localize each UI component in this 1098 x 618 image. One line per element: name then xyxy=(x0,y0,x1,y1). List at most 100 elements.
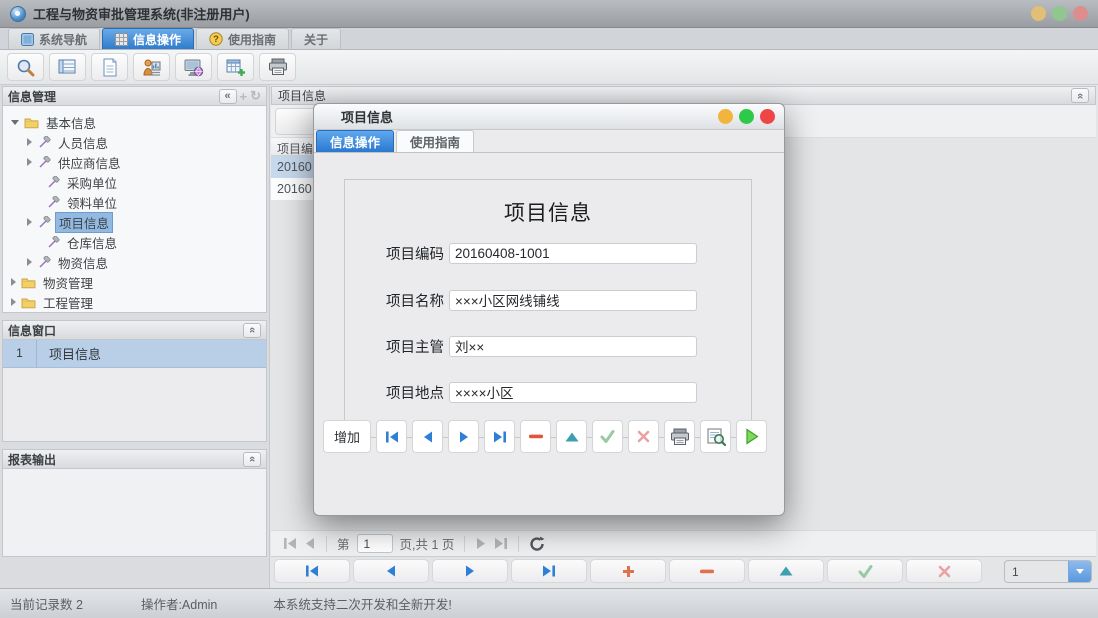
post-record-button[interactable] xyxy=(592,420,623,453)
plus-icon xyxy=(622,565,635,578)
edit-record-button[interactable] xyxy=(556,420,587,453)
nav-post-button[interactable] xyxy=(827,559,903,583)
dialog-minimize-button[interactable] xyxy=(718,109,733,124)
refresh-icon[interactable] xyxy=(250,88,261,104)
tree-item-supplier-info[interactable]: 供应商信息 xyxy=(3,152,266,172)
tree-item-materials-info[interactable]: 物资信息 xyxy=(3,252,266,272)
execute-button[interactable] xyxy=(736,420,767,453)
caret-right-icon[interactable] xyxy=(27,138,32,146)
prev-page-icon[interactable] xyxy=(304,537,316,550)
table-view-button[interactable] xyxy=(49,53,86,81)
caret-right-icon[interactable] xyxy=(27,218,32,226)
document-button[interactable] xyxy=(91,53,128,81)
tab-about[interactable]: 关于 xyxy=(291,28,341,49)
print-button[interactable] xyxy=(664,420,695,453)
next-page-icon[interactable] xyxy=(475,537,487,550)
caret-down-icon[interactable] xyxy=(11,120,19,125)
cancel-record-button[interactable] xyxy=(628,420,659,453)
search-icon xyxy=(16,58,35,77)
play-icon xyxy=(744,428,760,445)
dialog-tab-user-guide[interactable]: 使用指南 xyxy=(396,130,474,152)
info-management-header: 信息管理 xyxy=(2,86,267,106)
prev-record-button[interactable] xyxy=(412,420,443,453)
collapse-left-icon xyxy=(224,90,230,102)
next-icon xyxy=(458,431,470,443)
printer-icon xyxy=(268,58,288,76)
nav-edit-button[interactable] xyxy=(748,559,824,583)
tool-icon xyxy=(46,236,60,249)
info-window-row[interactable]: 1 项目信息 xyxy=(3,340,266,368)
close-button[interactable] xyxy=(1073,6,1088,21)
tree-item-purchase-unit[interactable]: 采购单位 xyxy=(3,172,266,192)
next-record-button[interactable] xyxy=(448,420,479,453)
record-combo[interactable]: 1 xyxy=(1004,560,1092,583)
minimize-button[interactable] xyxy=(1031,6,1046,21)
nav-prev-button[interactable] xyxy=(353,559,429,583)
panel-title: 报表输出 xyxy=(8,451,56,468)
nav-delete-button[interactable] xyxy=(669,559,745,583)
tree-item-engineering-mgmt[interactable]: 工程管理 xyxy=(3,292,266,312)
minus-icon xyxy=(529,434,543,439)
collapse-left-button[interactable] xyxy=(219,89,237,104)
project-manager-input[interactable] xyxy=(449,336,697,357)
tab-user-guide[interactable]: ? 使用指南 xyxy=(196,28,289,49)
collapse-up-button[interactable] xyxy=(1071,88,1089,103)
last-record-button[interactable] xyxy=(484,420,515,453)
report-output-header: 报表输出 xyxy=(2,449,267,469)
add-icon[interactable] xyxy=(240,89,248,104)
tab-system-nav[interactable]: 系统导航 xyxy=(8,28,100,49)
project-location-input[interactable] xyxy=(449,382,697,403)
dialog-close-button[interactable] xyxy=(760,109,775,124)
table-add-button[interactable] xyxy=(217,53,254,81)
caret-right-icon[interactable] xyxy=(27,158,32,166)
caret-right-icon[interactable] xyxy=(11,278,16,286)
tree-item-basic-info[interactable]: 基本信息 xyxy=(3,112,266,132)
project-name-input[interactable] xyxy=(449,290,697,311)
print-preview-button[interactable] xyxy=(700,420,731,453)
browser-button[interactable] xyxy=(175,53,212,81)
tree-item-personnel-info[interactable]: 人员信息 xyxy=(3,132,266,152)
dialog-body: 项目信息 项目编码 项目名称 项目主管 项目地点 xyxy=(314,153,784,463)
dialog-maximize-button[interactable] xyxy=(739,109,754,124)
tree-item-warehouse-info[interactable]: 仓库信息 xyxy=(3,232,266,252)
tool-icon xyxy=(46,196,60,209)
triangle-up-icon xyxy=(779,566,793,576)
dialog-tab-info-ops[interactable]: 信息操作 xyxy=(316,130,394,152)
collapse-up-button[interactable] xyxy=(243,323,261,338)
printer-button[interactable] xyxy=(259,53,296,81)
page-number-input[interactable] xyxy=(357,534,393,553)
collapse-up-button[interactable] xyxy=(243,452,261,467)
dialog-title-bar[interactable]: 项目信息 xyxy=(314,104,784,130)
add-record-button[interactable]: 增加 xyxy=(323,420,371,453)
last-page-icon[interactable] xyxy=(494,537,508,550)
person-report-button[interactable] xyxy=(133,53,170,81)
tree-item-materials-mgmt[interactable]: 物资管理 xyxy=(3,272,266,292)
next-icon xyxy=(464,565,476,577)
tree-item-project-info[interactable]: 项目信息 xyxy=(3,212,266,232)
nav-insert-button[interactable] xyxy=(590,559,666,583)
nav-next-button[interactable] xyxy=(432,559,508,583)
tree-label: 工程管理 xyxy=(40,293,96,312)
status-message: 本系统支持二次开发和全新开发! xyxy=(273,594,451,613)
triangle-up-icon xyxy=(565,432,579,442)
caret-right-icon[interactable] xyxy=(11,298,16,306)
tree-label: 物资管理 xyxy=(40,273,96,292)
tab-label: 使用指南 xyxy=(228,31,276,48)
search-button[interactable] xyxy=(7,53,44,81)
refresh-page-icon[interactable] xyxy=(529,536,545,552)
pagination-bar: 第 页,共 1 页 xyxy=(271,530,1096,557)
delete-record-button[interactable] xyxy=(520,420,551,453)
first-page-icon[interactable] xyxy=(283,537,297,550)
project-code-input[interactable] xyxy=(449,243,697,264)
tab-info-ops[interactable]: 信息操作 xyxy=(102,28,194,49)
first-record-button[interactable] xyxy=(376,420,407,453)
page-prefix-label: 第 xyxy=(337,534,350,553)
combo-value: 1 xyxy=(1005,561,1068,582)
nav-last-button[interactable] xyxy=(511,559,587,583)
tree-item-material-request-unit[interactable]: 领料单位 xyxy=(3,192,266,212)
maximize-button[interactable] xyxy=(1052,6,1067,21)
nav-cancel-button[interactable] xyxy=(906,559,982,583)
nav-first-button[interactable] xyxy=(274,559,350,583)
caret-right-icon[interactable] xyxy=(27,258,32,266)
combo-dropdown-button[interactable] xyxy=(1068,561,1091,582)
